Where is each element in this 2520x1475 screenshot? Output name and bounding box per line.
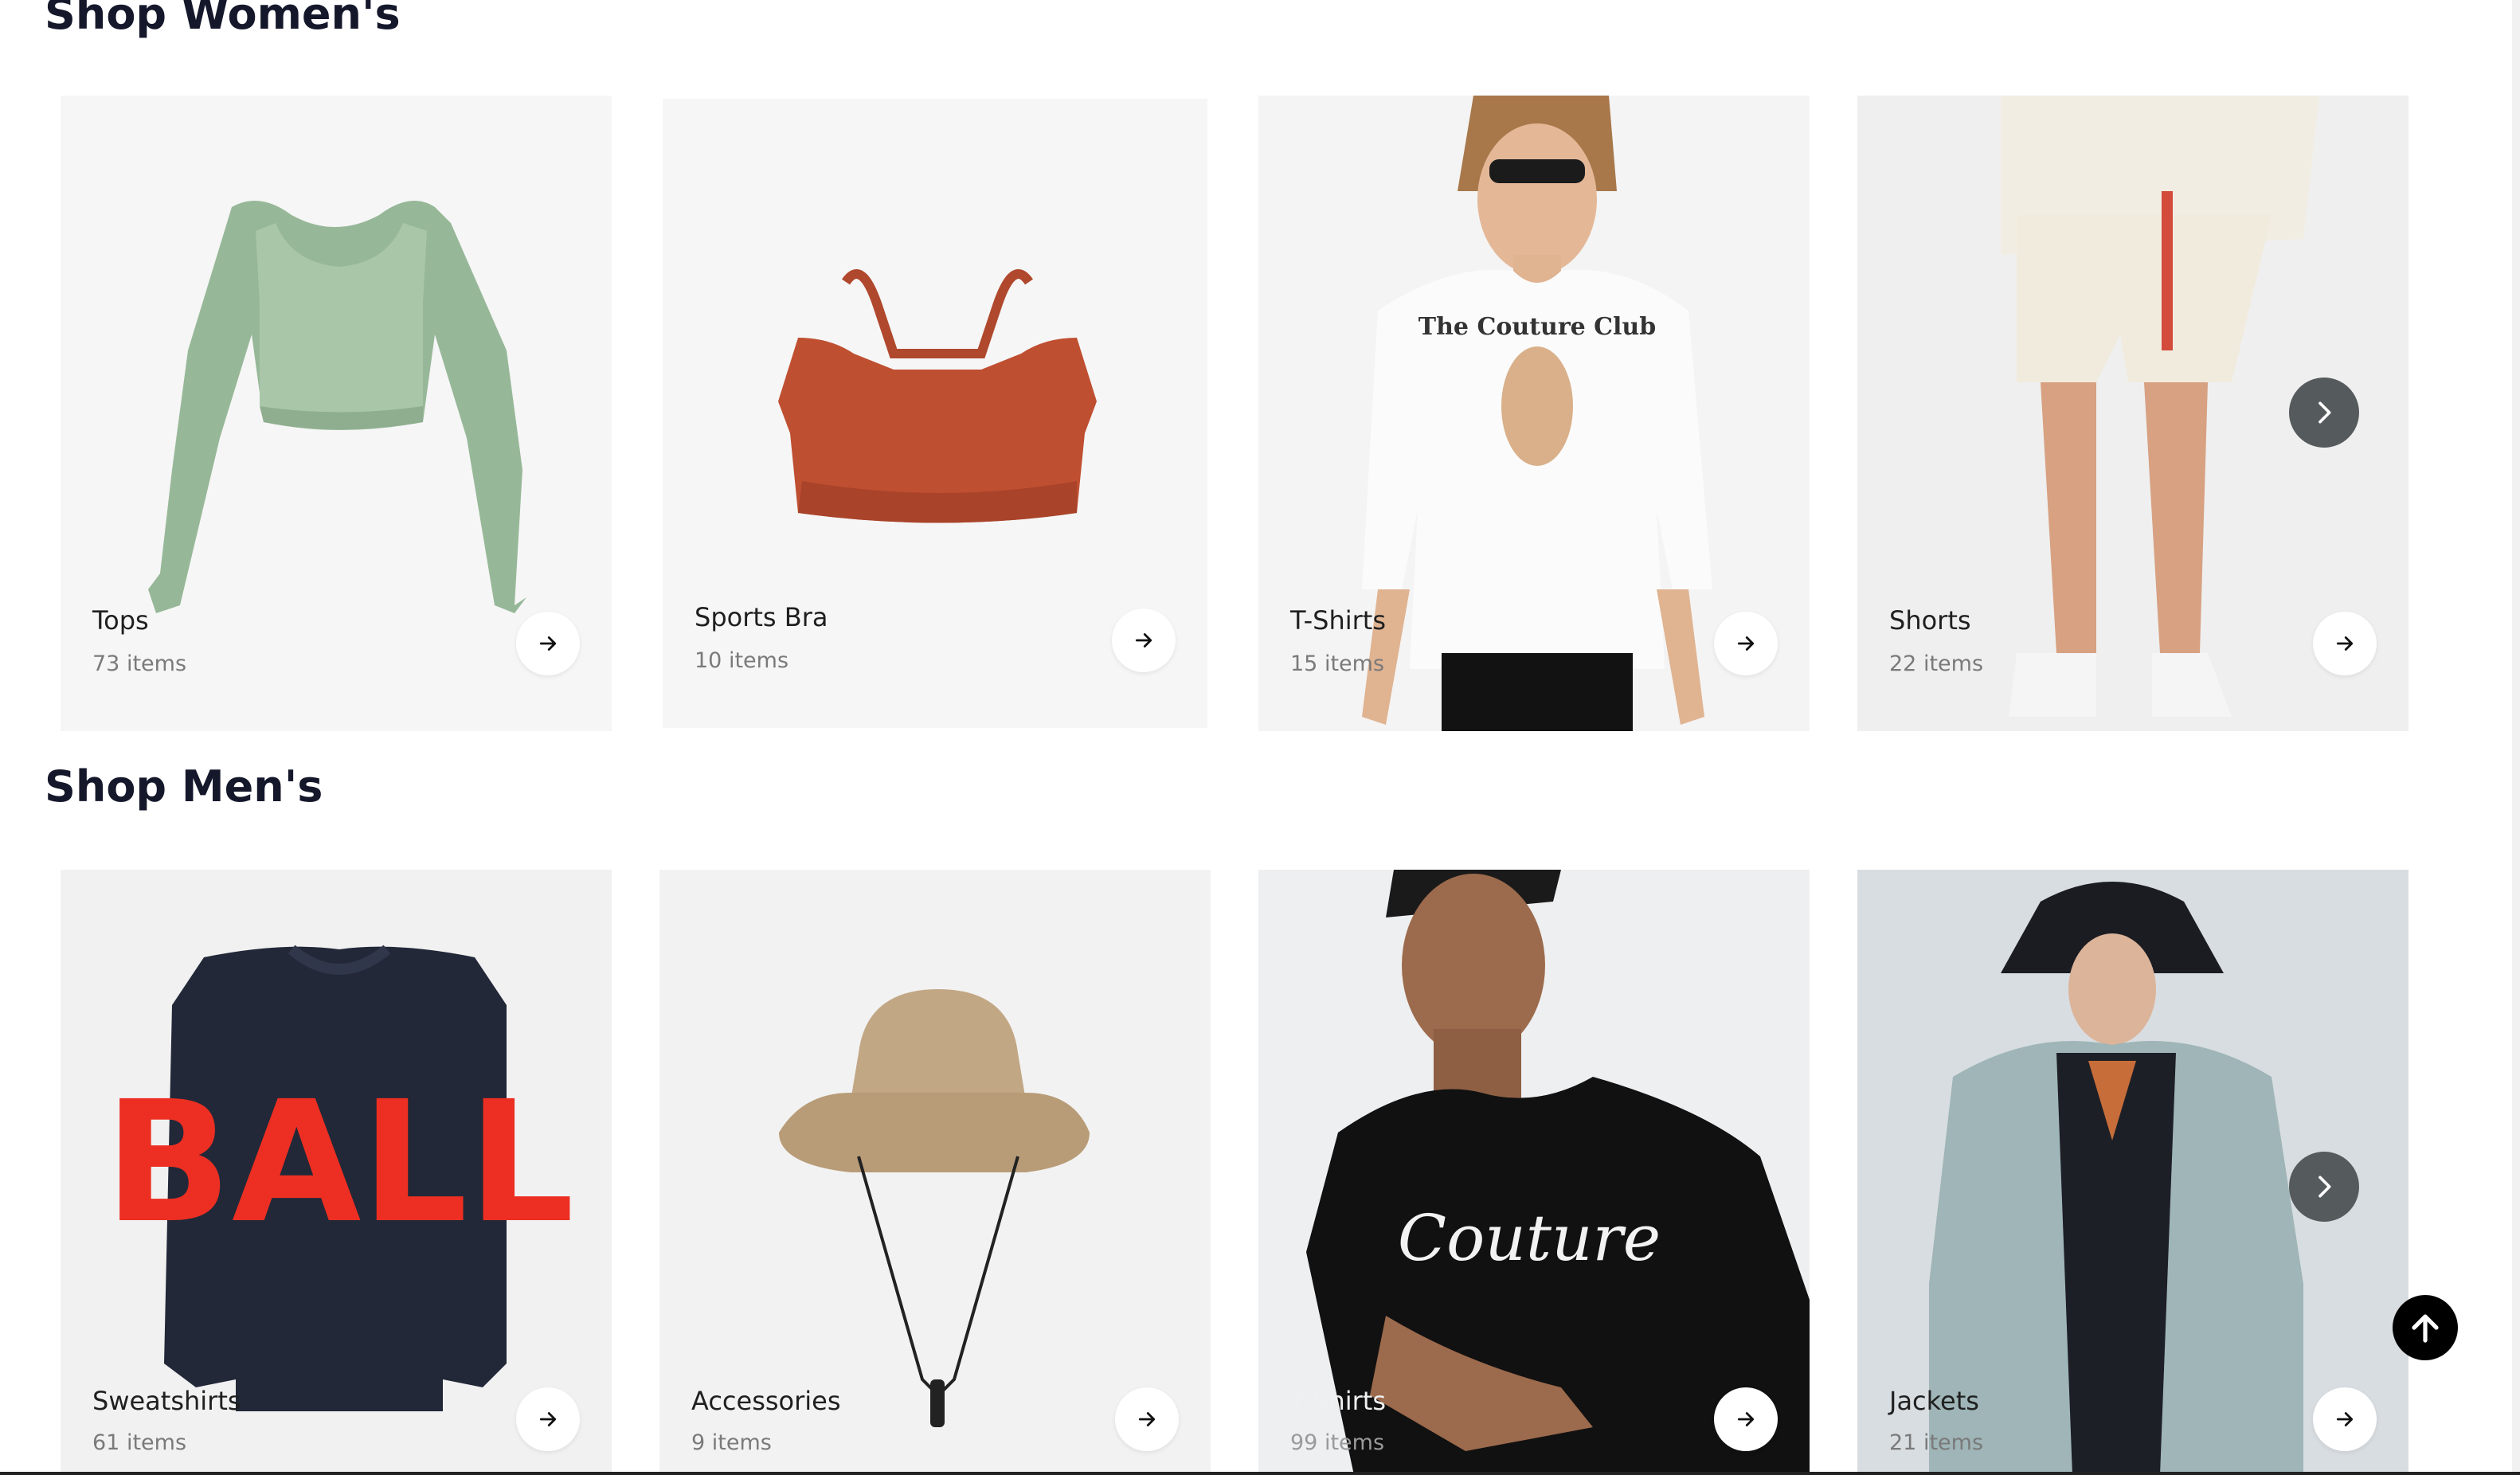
arrow-right-icon: [1135, 633, 1152, 648]
tshirt-print-text: The Couture Club: [1418, 313, 1656, 341]
category-label: Accessories: [691, 1386, 841, 1416]
category-item-count: 21 items: [1889, 1430, 1984, 1455]
sweatshirt-print-text: BALL: [104, 1065, 574, 1260]
arrow-right-icon: [539, 1412, 557, 1426]
category-item-count: 15 items: [1290, 651, 1385, 676]
tshirt-script-text: Couture: [1398, 1201, 1661, 1275]
arrow-right-icon: [2336, 1412, 2354, 1426]
category-label: T-Shirts: [1290, 1386, 1387, 1416]
man-in-black-tshirt-image: Couture: [1306, 870, 1810, 1475]
arrow-right-icon: [539, 636, 557, 651]
category-item-count: 22 items: [1889, 651, 1984, 676]
category-item-count: 73 items: [92, 651, 187, 676]
card-arrow-button[interactable]: [1112, 608, 1176, 672]
carousel-next-button-women[interactable]: [2289, 378, 2359, 448]
card-arrow-button[interactable]: [516, 612, 580, 675]
category-card-men-accessories[interactable]: Accessories 9 items: [659, 870, 1211, 1475]
card-arrow-button[interactable]: [2313, 1387, 2377, 1451]
page-bottom-divider: [0, 1472, 2520, 1475]
category-card-men-t-shirts[interactable]: Couture T-Shirts 99 items: [1258, 870, 1810, 1475]
category-item-count: 9 items: [691, 1430, 772, 1455]
navy-sweatshirt-image: BALL: [104, 945, 574, 1411]
category-label: Sports Bra: [695, 602, 828, 632]
category-label: Shorts: [1889, 605, 1971, 636]
arrow-right-icon: [1737, 1412, 1755, 1426]
card-arrow-button[interactable]: [516, 1387, 580, 1451]
section-title-men: Shop Men's: [45, 761, 323, 812]
category-card-women-tops[interactable]: Tops 73 items: [61, 96, 612, 731]
category-item-count: 99 items: [1290, 1430, 1385, 1455]
section-title-women: Shop Women's: [45, 0, 401, 39]
card-arrow-button[interactable]: [1714, 1387, 1778, 1451]
category-card-men-sweatshirts[interactable]: BALL Sweatshirts 61 items: [61, 870, 612, 1475]
category-item-count: 10 items: [695, 648, 789, 673]
category-item-count: 61 items: [92, 1430, 187, 1455]
category-label: T-Shirts: [1290, 605, 1387, 636]
arrow-up-icon: [2412, 1314, 2439, 1343]
chevron-right-icon: [2318, 1176, 2331, 1198]
card-arrow-button[interactable]: [1714, 612, 1778, 675]
category-label: Jackets: [1889, 1386, 1979, 1416]
card-arrow-button[interactable]: [2313, 612, 2377, 675]
arrow-right-icon: [1138, 1412, 1156, 1426]
bucket-hat-image: [779, 989, 1090, 1427]
card-arrow-button[interactable]: [1115, 1387, 1179, 1451]
arrow-right-icon: [2336, 636, 2354, 651]
category-label: Sweatshirts: [92, 1386, 241, 1416]
category-card-women-t-shirts[interactable]: The Couture Club T-Shirts 15 items: [1258, 96, 1810, 731]
carousel-next-button-men[interactable]: [2289, 1152, 2359, 1222]
back-to-top-button[interactable]: [2393, 1295, 2458, 1360]
category-label: Tops: [92, 605, 149, 636]
page-scrollbar[interactable]: [2512, 0, 2520, 1475]
chevron-right-icon: [2318, 401, 2331, 424]
arrow-right-icon: [1737, 636, 1755, 651]
category-card-women-sports-bra[interactable]: Sports Bra 10 items: [663, 99, 1207, 728]
